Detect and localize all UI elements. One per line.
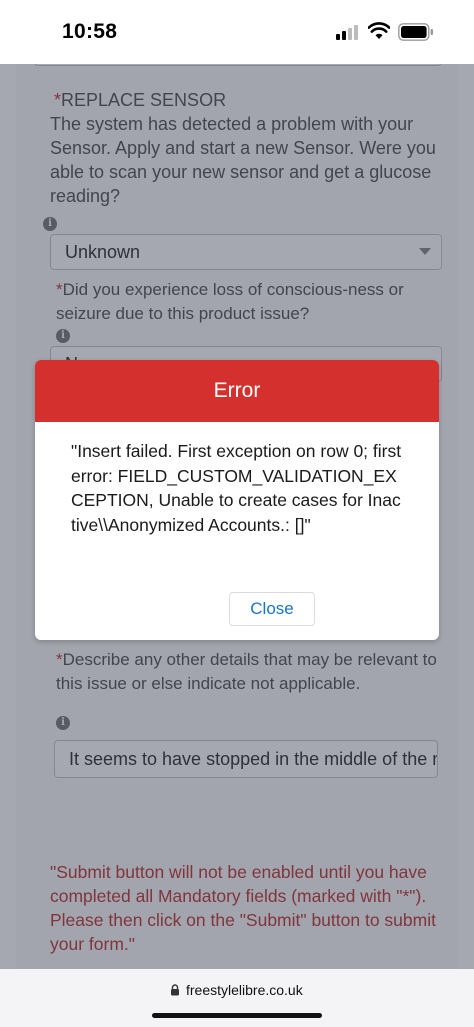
lock-icon: [171, 984, 179, 996]
error-modal: Error "Insert failed. First exception on…: [35, 360, 439, 640]
close-button[interactable]: Close: [229, 592, 315, 626]
status-bar: 10:58: [0, 0, 474, 64]
modal-title: Error: [213, 379, 261, 402]
modal-header: Error: [35, 360, 439, 422]
clock: 10:58: [62, 20, 118, 43]
home-indicator[interactable]: [152, 1013, 322, 1018]
battery-icon: [398, 23, 433, 41]
url-text[interactable]: freestylelibre.co.uk: [186, 982, 303, 998]
cellular-signal-icon: [336, 24, 360, 40]
browser-url-bar[interactable]: freestylelibre.co.uk: [0, 969, 474, 1027]
error-message: "Insert failed. First exception on row 0…: [71, 441, 402, 535]
wifi-icon: [368, 22, 390, 39]
